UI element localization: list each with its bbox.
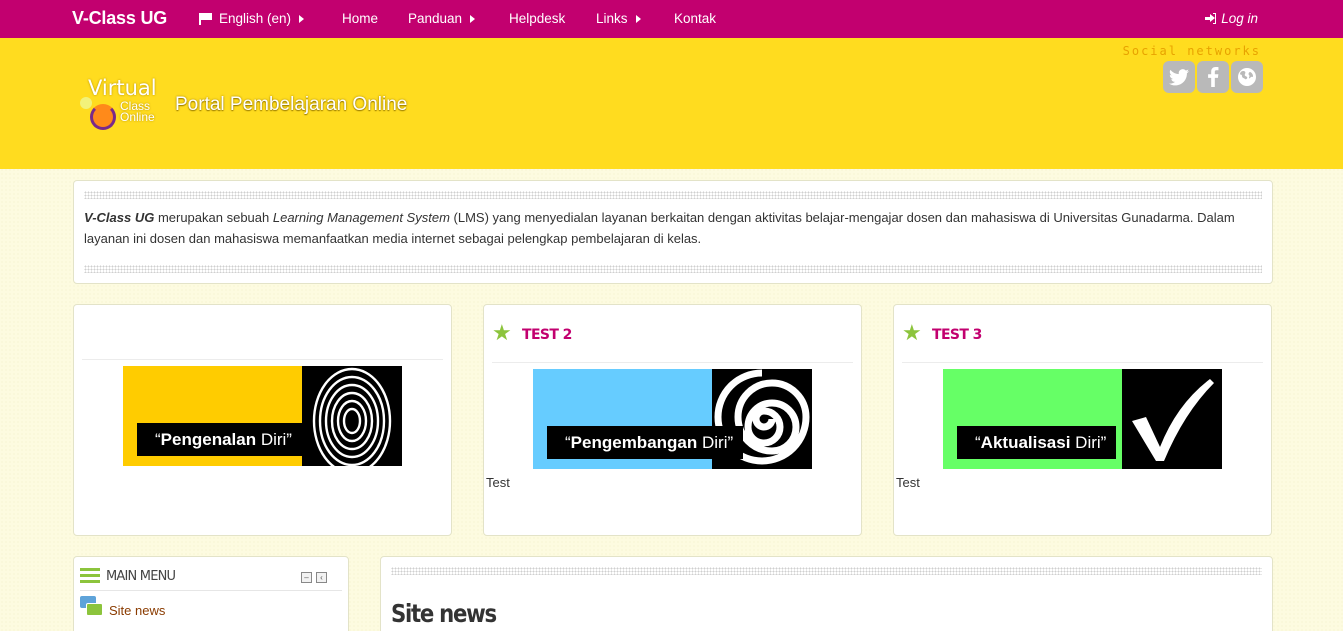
- promo-title[interactable]: TEST 2: [522, 327, 572, 343]
- promo-divider: [492, 362, 853, 363]
- intro-lms: Learning Management System: [272, 210, 450, 225]
- nav-links-label: Links: [596, 11, 628, 26]
- brand-link[interactable]: V-Class UG: [72, 8, 167, 29]
- promo-box-3: ★ TEST 3 “Aktualisasi Diri” Test: [893, 304, 1272, 536]
- social-networks-label: Social networks: [1122, 44, 1261, 58]
- nav-panduan[interactable]: Panduan: [408, 11, 476, 26]
- twitter-icon[interactable]: [1163, 61, 1195, 93]
- dotted-divider: [391, 567, 1262, 575]
- menu-icon: [80, 568, 100, 583]
- nav-helpdesk[interactable]: Helpdesk: [509, 11, 565, 26]
- top-navbar: V-Class UG English (en) Home Panduan Hel…: [0, 0, 1343, 38]
- login-link[interactable]: Log in: [1205, 11, 1258, 26]
- star-icon: ★: [492, 320, 512, 345]
- banner-rest: Diri”: [697, 433, 734, 452]
- site-tagline: Portal Pembelajaran Online: [175, 94, 408, 115]
- banner-rest: Diri”: [1070, 433, 1107, 452]
- banner-bold: Pengembangan: [570, 433, 698, 452]
- promo-title[interactable]: TEST 3: [932, 327, 982, 343]
- globe-icon[interactable]: [1231, 61, 1263, 93]
- logo-virtual-text: Virtual: [88, 76, 157, 100]
- promo-caption: Test: [486, 475, 510, 490]
- nav-home[interactable]: Home: [342, 11, 378, 26]
- menu-item-site-news[interactable]: Site news: [109, 603, 165, 618]
- banner-pengenalan-diri[interactable]: “Pengenalan Diri”: [123, 366, 402, 466]
- nav-panduan-label: Panduan: [408, 11, 463, 26]
- intro-brand: V-Class UG: [84, 210, 155, 225]
- banner-label: “Aktualisasi Diri”: [957, 426, 1117, 459]
- flag-icon: [199, 13, 212, 25]
- facebook-icon[interactable]: [1197, 61, 1229, 93]
- dock-block-icon[interactable]: ‹: [316, 572, 327, 583]
- language-menu[interactable]: English (en): [199, 11, 305, 26]
- main-menu-block: MAIN MENU – ‹ Site news: [73, 556, 349, 631]
- promo-box-1: “Pengenalan Diri”: [73, 304, 452, 536]
- promo-box-2: ★ TEST 2 “Pengembangan Diri” Test: [483, 304, 862, 536]
- collapse-block-icon[interactable]: –: [301, 572, 312, 583]
- logo-circle: [90, 104, 116, 130]
- fingerprint-image: [302, 366, 402, 466]
- site-news-title: Site news: [391, 599, 497, 628]
- promo-divider: [902, 362, 1263, 363]
- caret-right-icon: [635, 14, 641, 23]
- dotted-divider: [84, 265, 1262, 273]
- nav-kontak[interactable]: Kontak: [674, 11, 716, 26]
- caret-right-icon: [299, 14, 305, 23]
- promo-caption: Test: [896, 475, 920, 490]
- banner-bold: Pengenalan: [160, 430, 257, 449]
- dotted-divider: [84, 191, 1262, 199]
- site-news-block: Site news: [380, 556, 1273, 631]
- forum-icon: [80, 596, 104, 618]
- banner-label: “Pengembangan Diri”: [547, 426, 744, 459]
- banner-label: “Pengenalan Diri”: [137, 423, 302, 456]
- caret-right-icon: [470, 14, 476, 23]
- logo-online-text: Online: [120, 110, 155, 124]
- intro-box: V-Class UG merupakan sebuah Learning Man…: [73, 180, 1273, 284]
- intro-part1: merupakan sebuah: [154, 210, 273, 225]
- main-menu-title: MAIN MENU: [106, 569, 176, 584]
- checkmark-image: [1122, 369, 1222, 469]
- banner-aktualisasi-diri[interactable]: “Aktualisasi Diri”: [943, 369, 1222, 469]
- banner-rest: Diri”: [256, 430, 292, 449]
- star-icon: ★: [902, 320, 922, 345]
- language-label: English (en): [219, 11, 292, 26]
- nav-links[interactable]: Links: [596, 11, 641, 26]
- site-logo[interactable]: Virtual Class Online: [80, 76, 170, 132]
- site-header: Virtual Class Online Portal Pembelajaran…: [0, 38, 1343, 169]
- intro-text: V-Class UG merupakan sebuah Learning Man…: [84, 207, 1262, 249]
- menu-divider: [80, 590, 342, 591]
- sign-in-icon: [1205, 13, 1217, 24]
- banner-pengembangan-diri[interactable]: “Pengembangan Diri”: [533, 369, 812, 469]
- banner-bold: Aktualisasi: [980, 433, 1071, 452]
- login-label: Log in: [1221, 11, 1258, 26]
- promo-divider: [82, 359, 443, 360]
